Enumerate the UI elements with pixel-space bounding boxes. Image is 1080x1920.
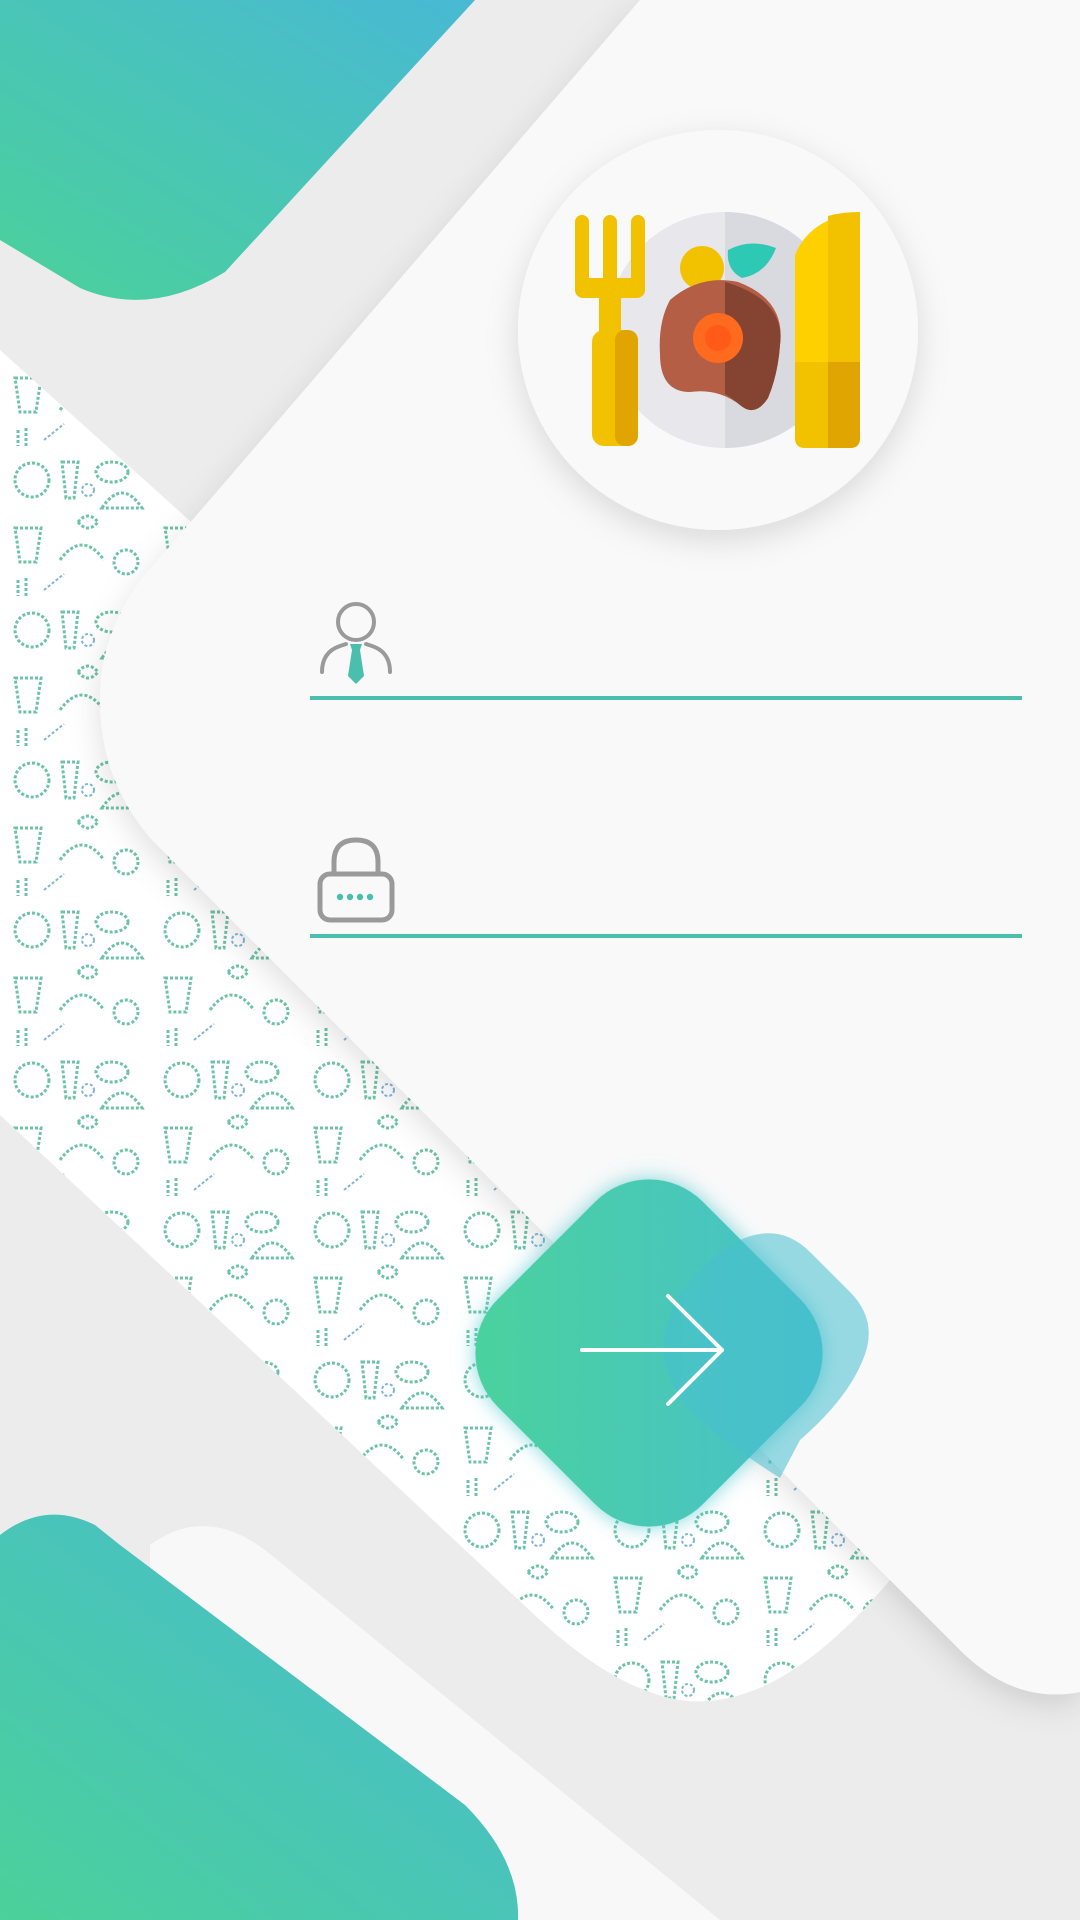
password-field	[310, 834, 1022, 938]
submit-button[interactable]	[440, 1140, 866, 1566]
password-input[interactable]	[420, 862, 1012, 924]
logo	[518, 130, 918, 530]
top-left-gradient-tile	[0, 0, 475, 300]
lock-icon	[317, 837, 395, 923]
username-input[interactable]	[420, 624, 1012, 686]
background-decoration	[0, 0, 1080, 1920]
username-field	[310, 596, 1022, 700]
user-with-tie-icon	[320, 602, 392, 684]
